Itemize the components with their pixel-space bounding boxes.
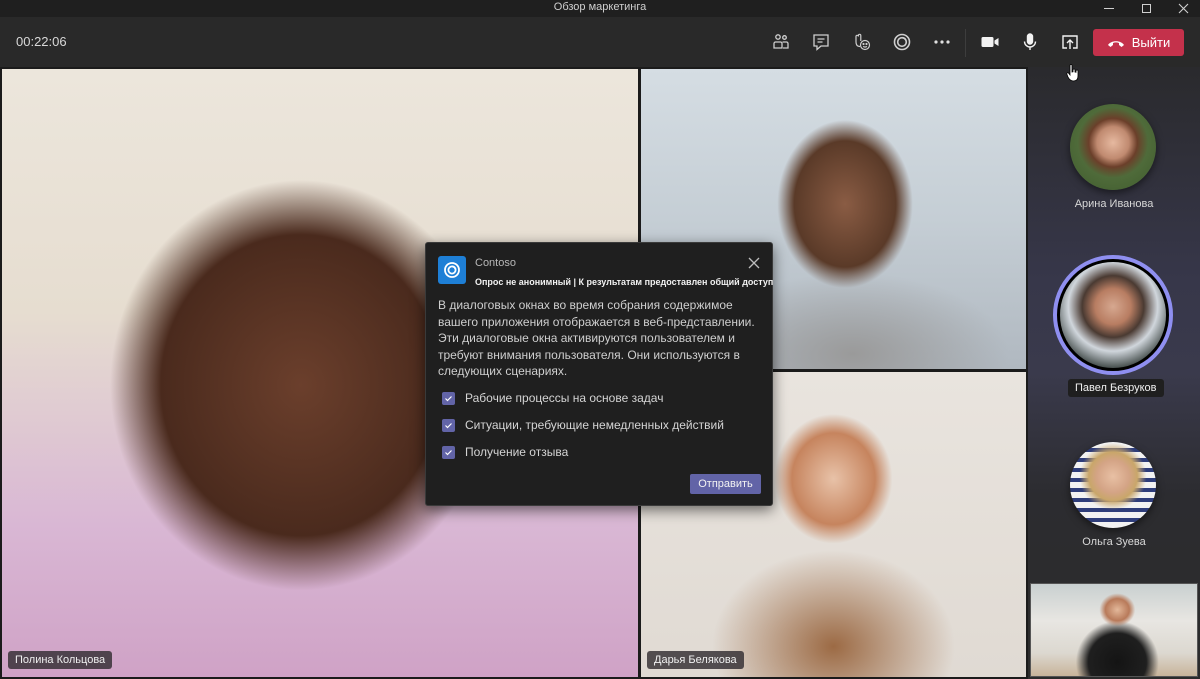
more-options-button[interactable] [929,29,955,55]
checkbox-checked[interactable] [442,391,455,405]
checkbox-checked[interactable] [442,445,455,459]
leave-meeting-button[interactable]: Выйти [1093,29,1184,56]
window-title: Обзор маркетинга [553,1,647,13]
meeting-dialog: Contoso Опрос не анонимный | К результат… [425,242,773,506]
participant-name-tag: Павел Безруков [1068,379,1164,397]
option-get-feedback[interactable]: Получение отзыва [442,445,568,459]
option-urgent-situations[interactable]: Ситуации, требующие немедленных действий [442,418,724,432]
dialog-body-text: В диалоговых окнах во время собрания сод… [438,298,755,378]
contoso-app-icon [438,256,466,284]
meeting-timer: 00:22:06 [16,34,67,49]
people-icon [773,34,789,49]
share-screen-button[interactable] [1057,29,1083,55]
avatar-pavel-speaking[interactable] [1053,255,1173,375]
reactions-button[interactable] [849,29,875,55]
dialog-close-button[interactable] [747,256,761,270]
checkmark-icon [445,449,452,455]
avatar-olga[interactable] [1070,442,1156,528]
participants-button[interactable] [768,29,794,55]
checkbox-checked[interactable] [442,418,455,432]
option-label: Ситуации, требующие немедленных действий [465,418,724,432]
participant-name-tag: Полина Кольцова [8,651,113,669]
chat-button[interactable] [808,29,834,55]
raise-hand-emoji-icon [855,33,871,51]
close-icon [1178,3,1188,14]
checkmark-icon [445,422,452,428]
participants-rail: Арина Иванова Павел Безруков Ольга Зуева [1028,67,1200,679]
maximize-icon [1141,4,1151,13]
checkmark-icon [445,395,452,401]
apps-button[interactable] [889,29,915,55]
toolbar-divider [965,29,966,57]
avatar-arina[interactable] [1070,104,1156,190]
leave-label: Выйти [1131,35,1171,50]
option-label: Получение отзыва [465,445,569,459]
mic-icon [1023,33,1037,50]
minimize-icon [1104,8,1114,9]
dialog-subtitle: Опрос не анонимный | К результатам предо… [475,277,774,287]
app-ring-icon [893,33,911,51]
close-icon [748,257,760,269]
camera-icon [981,37,999,47]
dialog-app-name: Contoso [475,257,516,269]
participant-name: Арина Иванова [1074,198,1154,210]
participant-name-tag: Дарья Белякова [647,651,744,669]
submit-button[interactable]: Отправить [690,474,761,494]
option-task-workflows[interactable]: Рабочие процессы на основе задач [442,391,663,405]
participant-name: Ольга Зуева [1082,536,1146,548]
close-window-button[interactable] [1160,0,1200,17]
camera-button[interactable] [977,29,1003,55]
microphone-button[interactable] [1017,29,1043,55]
window-titlebar: Обзор маркетинга [0,0,1200,17]
chat-icon [813,34,829,51]
more-icon [934,40,950,44]
hang-up-icon [1107,40,1124,47]
avatar-pavel [1060,262,1166,368]
hand-cursor-icon [1066,64,1079,82]
self-view-video[interactable] [1030,583,1198,677]
meeting-toolbar: 00:22:06 Выйти [0,17,1200,67]
option-label: Рабочие процессы на основе задач [465,391,664,405]
share-screen-icon [1062,35,1078,49]
